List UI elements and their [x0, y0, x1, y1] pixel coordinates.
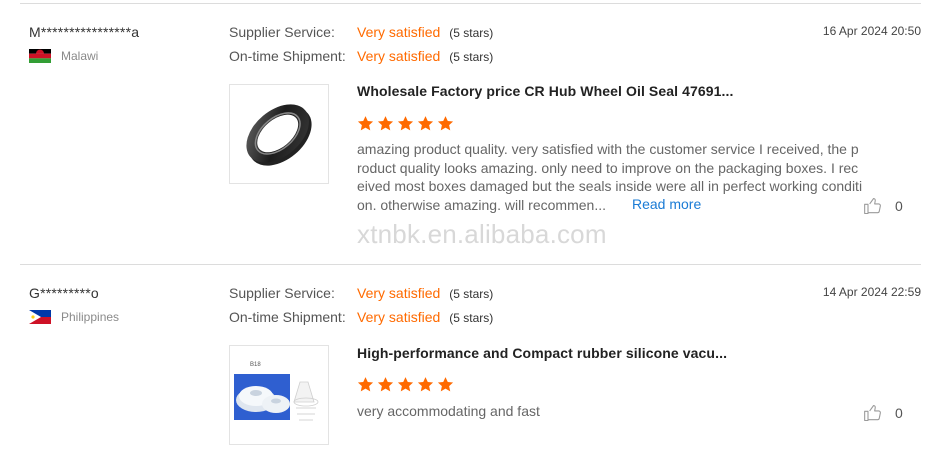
- ontime-shipment-row: On-time Shipment: Very satisfied (5 star…: [229, 309, 493, 325]
- supplier-service-row: Supplier Service: Very satisfied (5 star…: [229, 24, 493, 40]
- thumbs-up-icon: [864, 197, 881, 215]
- like-count: 0: [895, 198, 903, 214]
- like-count: 0: [895, 405, 903, 421]
- oil-seal-ring-icon: [246, 104, 312, 166]
- rating-stars: [357, 376, 454, 393]
- supplier-service-row: Supplier Service: Very satisfied (5 star…: [229, 285, 493, 301]
- supplier-service-stars: (5 stars): [449, 26, 494, 40]
- star-icon: [377, 377, 394, 392]
- supplier-service-value: Very satisfied: [357, 285, 441, 301]
- like-button[interactable]: 0: [863, 403, 903, 423]
- buyer-name: M****************a: [29, 24, 140, 40]
- thumbs-up-icon: [864, 404, 881, 422]
- silicone-vacuum-cups-icon: B18: [234, 362, 319, 421]
- buyer-name: G*********o: [29, 285, 99, 301]
- country-label: Philippines: [61, 310, 120, 324]
- review-comment: very accommodating and fast: [357, 403, 540, 419]
- buyer-country: Malawi: [29, 49, 98, 63]
- product-title-link[interactable]: Wholesale Factory price CR Hub Wheel Oil…: [357, 83, 734, 99]
- star-icon: [377, 116, 394, 131]
- ontime-shipment-stars: (5 stars): [449, 50, 494, 64]
- review-date: 16 Apr 2024 20:50: [822, 24, 921, 38]
- supplier-service-label: Supplier Service:: [229, 285, 335, 301]
- product-thumbnail[interactable]: [229, 84, 329, 184]
- star-icon: [417, 116, 434, 131]
- star-icon: [417, 377, 434, 392]
- star-icon: [357, 377, 374, 392]
- buyer-country: Philippines: [29, 310, 119, 324]
- product-thumbnail[interactable]: B18: [229, 345, 329, 445]
- malawi-flag-icon: [29, 49, 51, 63]
- philippines-flag-icon: [29, 310, 51, 324]
- store-watermark: xtnbk.en.alibaba.com: [357, 219, 607, 249]
- supplier-service-stars: (5 stars): [449, 287, 494, 301]
- ontime-shipment-stars: (5 stars): [449, 311, 494, 325]
- ontime-shipment-label: On-time Shipment:: [229, 309, 346, 325]
- review-item: G*********o Philippines Supplier Service…: [0, 261, 950, 466]
- star-icon: [437, 377, 454, 392]
- star-icon: [397, 377, 414, 392]
- product-title-link[interactable]: High-performance and Compact rubber sili…: [357, 345, 727, 361]
- star-icon: [357, 116, 374, 131]
- star-icon: [437, 116, 454, 131]
- svg-text:B18: B18: [250, 362, 261, 368]
- read-more-link[interactable]: Read more: [632, 196, 701, 212]
- ontime-shipment-value: Very satisfied: [357, 309, 441, 325]
- like-button[interactable]: 0: [863, 196, 903, 216]
- star-icon: [397, 116, 414, 131]
- ontime-shipment-row: On-time Shipment: Very satisfied (5 star…: [229, 48, 493, 64]
- country-label: Malawi: [61, 49, 99, 63]
- supplier-service-value: Very satisfied: [357, 24, 441, 40]
- ontime-shipment-value: Very satisfied: [357, 48, 441, 64]
- review-date: 14 Apr 2024 22:59: [822, 285, 921, 299]
- review-comment: amazing product quality. very satisfied …: [357, 141, 863, 213]
- rating-stars: [357, 115, 454, 132]
- ontime-shipment-label: On-time Shipment:: [229, 48, 346, 64]
- supplier-service-label: Supplier Service:: [229, 24, 335, 40]
